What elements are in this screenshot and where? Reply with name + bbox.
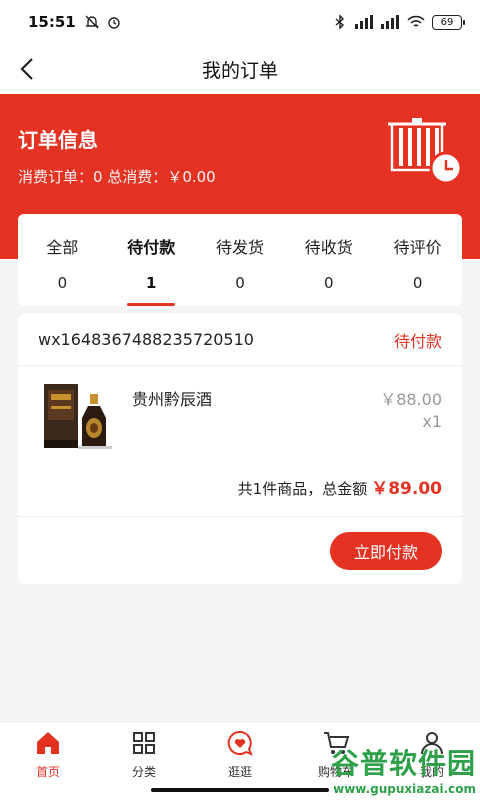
battery-icon: 69 <box>432 14 465 30</box>
tab-all[interactable]: 全部 0 <box>18 214 107 306</box>
grid-icon <box>133 732 155 754</box>
chevron-left-icon <box>20 58 33 80</box>
tab-pending-receipt[interactable]: 待收货 0 <box>284 214 373 306</box>
tab-count: 0 <box>235 274 245 292</box>
back-button[interactable] <box>12 54 42 84</box>
tab-count: 0 <box>412 274 423 292</box>
product-name: 贵州黔辰酒 <box>132 390 213 409</box>
tab-label: 待评价 <box>393 238 442 257</box>
heart-chat-icon <box>227 730 253 756</box>
mute-icon <box>85 15 99 29</box>
order-status-tabs: 全部 0 待付款 1 待发货 0 待收货 0 待评价 0 <box>18 214 462 306</box>
watermark: 谷普软件园 www.gupuxiazai.com <box>331 742 476 796</box>
tab-label: 待发货 <box>215 238 264 257</box>
order-header: wx1648367488235720510 待付款 <box>18 314 462 366</box>
order-number: wx1648367488235720510 <box>38 330 254 349</box>
status-time: 15:51 <box>28 13 76 31</box>
tabbar-label: 逛逛 <box>227 765 252 779</box>
order-info-title: 订单信息 <box>18 128 98 152</box>
product-price: ￥88.00 <box>380 390 442 409</box>
tabbar-home[interactable]: 首页 <box>0 723 96 800</box>
signal-icon <box>355 15 373 29</box>
alarm-icon <box>108 17 120 29</box>
status-bar: 15:51 69 <box>0 0 480 44</box>
tab-count: 1 <box>145 274 157 292</box>
home-icon <box>37 732 59 754</box>
tab-count: 0 <box>324 274 334 292</box>
summary-text: 共1件商品，总金额 <box>237 480 368 498</box>
page-title: 我的订单 <box>201 59 278 82</box>
product-image <box>44 384 112 449</box>
home-indicator[interactable] <box>151 788 329 792</box>
signal-icon-2 <box>381 15 399 29</box>
tab-pending-shipment[interactable]: 待发货 0 <box>196 214 285 306</box>
nav-bar: 我的订单 <box>0 44 480 94</box>
divider <box>18 516 462 517</box>
order-total: ￥89.00 <box>371 479 442 499</box>
tabbar-label: 分类 <box>131 765 156 779</box>
tab-label: 全部 <box>46 238 79 257</box>
tabbar-label: 首页 <box>35 765 60 779</box>
watermark-text: 谷普软件园 <box>330 747 476 780</box>
pay-now-button[interactable]: 立即付款 <box>330 532 442 570</box>
product-quantity: x1 <box>422 412 442 431</box>
tab-pending-review[interactable]: 待评价 0 <box>373 214 462 306</box>
tab-label: 待收货 <box>304 238 353 257</box>
order-card[interactable]: wx1648367488235720510 待付款 贵州黔辰酒 ￥88.00 x… <box>18 314 462 584</box>
order-summary: 共1件商品，总金额 ￥89.00 <box>238 474 442 499</box>
receipt-clock-icon <box>388 118 463 185</box>
tab-pending-payment[interactable]: 待付款 1 <box>107 214 196 306</box>
bluetooth-icon <box>335 14 345 30</box>
tab-label: 待付款 <box>127 238 176 257</box>
wifi-icon <box>407 15 425 27</box>
order-info-summary: 消费订单：0 总消费：￥0.00 <box>18 168 216 186</box>
order-status: 待付款 <box>393 331 442 351</box>
watermark-url: www.gupuxiazai.com <box>333 782 476 796</box>
tab-count: 0 <box>57 274 68 292</box>
